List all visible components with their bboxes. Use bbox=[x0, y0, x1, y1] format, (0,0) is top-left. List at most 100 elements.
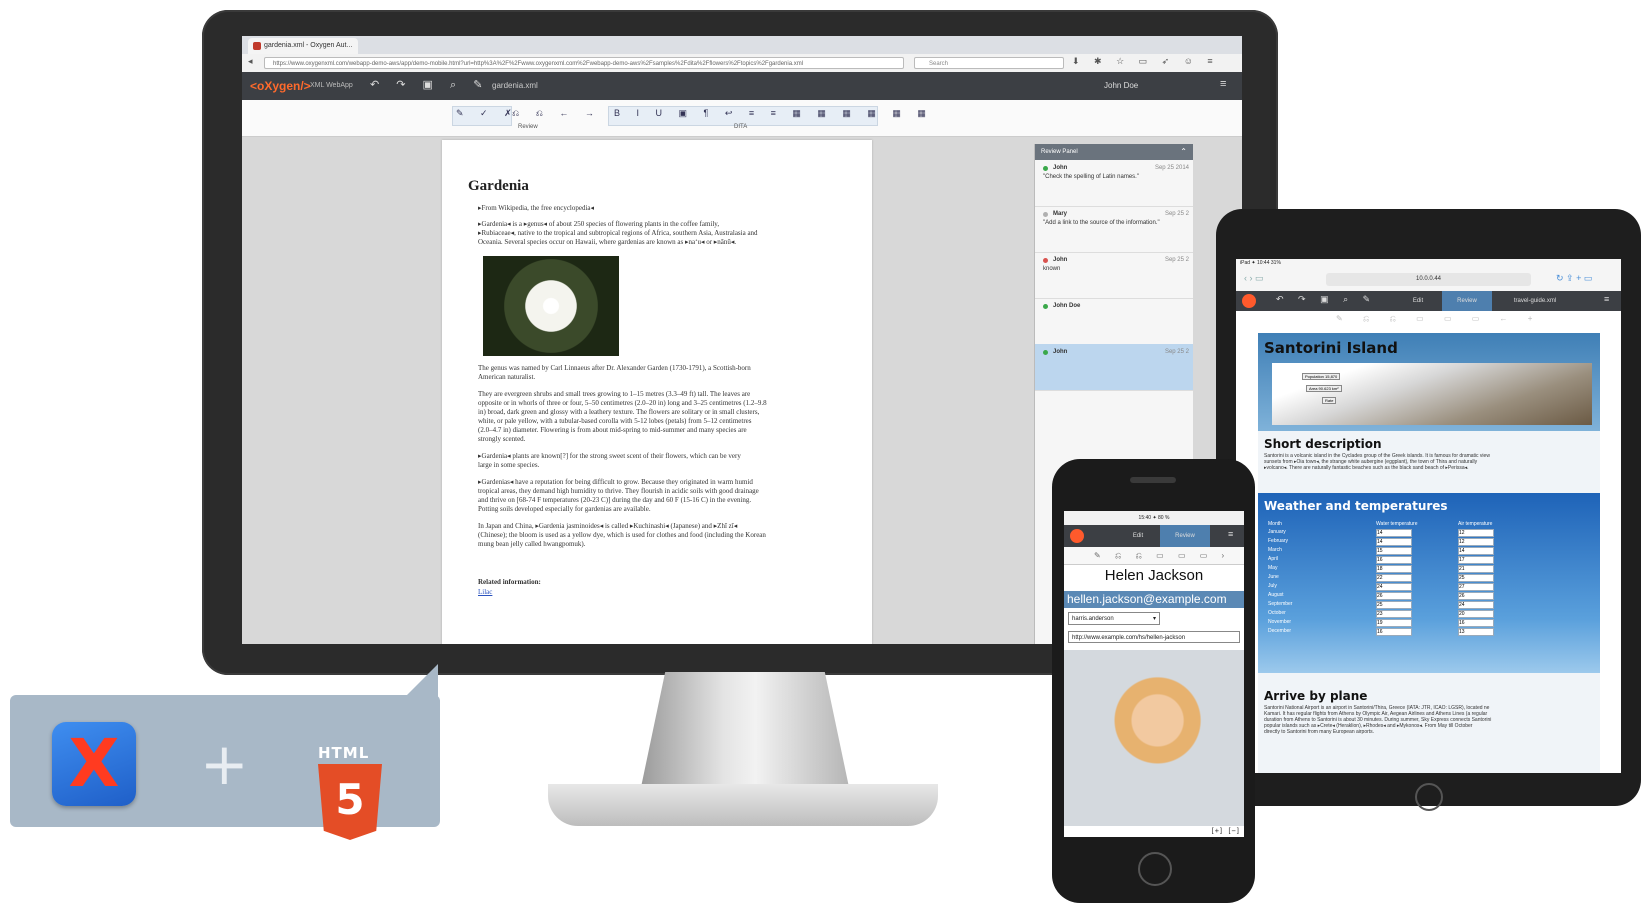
format-tool-icons[interactable]: B I U ▣ ¶ ↩ ≡ ≡ ▦ ▦ ▦ ▦ ▦ ▦ bbox=[614, 108, 933, 119]
santorini-photo: Population 15,870 Area 90.623 km² Rate bbox=[1272, 363, 1592, 425]
doc-line: Potting soils developed especially for g… bbox=[478, 505, 651, 513]
address-input[interactable]: https://www.oxygenxml.com/webapp-demo-aw… bbox=[264, 57, 904, 69]
html5-label: HTML bbox=[318, 744, 370, 762]
short-description-line: ▸volcano◂. There are naturally fantastic… bbox=[1264, 465, 1469, 471]
review-item[interactable]: John Sep 25 2014 "Check the spelling of La… bbox=[1035, 160, 1193, 207]
water-temp-cell[interactable]: 14 bbox=[1376, 529, 1412, 537]
back-forward-icons[interactable]: ‹ › ▭ bbox=[1244, 273, 1264, 284]
air-temp-cell[interactable]: 16 bbox=[1458, 619, 1494, 627]
tablet-home-button[interactable] bbox=[1415, 783, 1443, 811]
air-temp-cell[interactable]: 12 bbox=[1458, 529, 1494, 537]
favicon-icon bbox=[253, 42, 261, 50]
tablet-edit-tools[interactable]: ✎ ⎌ ⎌ ▭ ▭ ▭ ← + bbox=[1336, 314, 1541, 324]
water-temp-cell[interactable]: 18 bbox=[1376, 565, 1412, 573]
monitor-stand bbox=[640, 672, 850, 792]
water-temp-cell[interactable]: 16 bbox=[1376, 628, 1412, 636]
related-link[interactable]: Lilac bbox=[478, 588, 848, 597]
month-label: March bbox=[1268, 547, 1282, 553]
doc-line: Oceania. Several species occur on Hawaii… bbox=[478, 238, 737, 246]
browser-search-input[interactable]: Search bbox=[914, 57, 1064, 69]
air-temp-cell[interactable]: 17 bbox=[1458, 556, 1494, 564]
back-icon[interactable]: ◂ bbox=[248, 56, 253, 67]
tablet-action-icons[interactable]: ↶ ↷ ▣ ⌕ ✎ bbox=[1276, 294, 1376, 305]
month-label: September bbox=[1268, 601, 1293, 607]
review-item[interactable]: Mary Sep 25 2 "Add a link to the source of… bbox=[1035, 206, 1193, 253]
air-temp-cell[interactable]: 26 bbox=[1458, 592, 1494, 600]
homepage-field[interactable]: http://www.example.com/hs/hellen-jackson bbox=[1068, 631, 1240, 643]
phone-edit-tools[interactable]: ✎ ⎌ ⎌ ▭ ▭ ▭ › bbox=[1064, 547, 1244, 565]
water-temp-cell[interactable]: 23 bbox=[1376, 610, 1412, 618]
air-temp-cell[interactable]: 12 bbox=[1458, 538, 1494, 546]
email-field[interactable]: hellen.jackson@example.com bbox=[1064, 591, 1244, 608]
doc-line: In Japan and China, ▸Gardenia jasminoide… bbox=[478, 522, 738, 530]
review-item[interactable]: John Sep 25 2 known bbox=[1035, 252, 1193, 299]
doc-line: (Chinese); the bloom is used as a yellow… bbox=[478, 531, 766, 539]
review-tool-icons[interactable]: ✎ ✓ ✗ bbox=[456, 108, 519, 119]
month-label: February bbox=[1268, 538, 1289, 544]
user-name[interactable]: John Doe bbox=[1104, 81, 1138, 90]
water-temp-cell[interactable]: 14 bbox=[1376, 538, 1412, 546]
travel-guide-content[interactable]: Santorini Island Population 15,870 Area … bbox=[1258, 333, 1600, 773]
oxygen-x-icon: X bbox=[52, 722, 136, 806]
water-temp-cell[interactable]: 24 bbox=[1376, 583, 1412, 591]
browser-tab[interactable]: gardenia.xml - Oxygen Aut... bbox=[248, 38, 358, 54]
menu-icon[interactable]: ≡ bbox=[1220, 78, 1226, 90]
review-date: Sep 25 2 bbox=[1164, 257, 1189, 263]
air-temp-cell[interactable]: 13 bbox=[1458, 628, 1494, 636]
edit-tool-icons[interactable]: ⎌ ⎌ ← → bbox=[512, 108, 601, 119]
review-status-icon bbox=[1043, 258, 1048, 263]
review-comment: known bbox=[1043, 266, 1061, 272]
phone-home-button[interactable] bbox=[1138, 852, 1172, 886]
review-comment: "Add a link to the source of the informa… bbox=[1043, 220, 1160, 226]
tab-edit[interactable]: Edit bbox=[1394, 291, 1442, 311]
tab-edit[interactable]: Edit bbox=[1116, 525, 1160, 547]
air-temp-cell[interactable]: 24 bbox=[1458, 601, 1494, 609]
review-status-icon bbox=[1043, 304, 1048, 309]
water-temp-cell[interactable]: 26 bbox=[1376, 592, 1412, 600]
contact-select[interactable]: harris.anderson ▾ bbox=[1068, 612, 1160, 625]
rate-field[interactable]: Rate bbox=[1322, 397, 1337, 404]
oxygen-app-icon[interactable] bbox=[1242, 294, 1256, 308]
air-temp-cell[interactable]: 25 bbox=[1458, 574, 1494, 582]
app-action-icons[interactable]: ↶ ↷ ▣ ⌕ ✎ bbox=[370, 78, 489, 92]
phone-menu-icon[interactable]: ≡ bbox=[1228, 529, 1233, 539]
phone-speaker bbox=[1130, 477, 1176, 483]
water-temp-cell[interactable]: 19 bbox=[1376, 619, 1412, 627]
collapse-icon[interactable]: ⌃ bbox=[1180, 147, 1187, 156]
air-temp-cell[interactable]: 27 bbox=[1458, 583, 1494, 591]
review-date: Sep 25 2 bbox=[1164, 211, 1189, 217]
document-page[interactable]: Gardenia ▸From Wikipedia, the free encyc… bbox=[442, 140, 872, 644]
population-field[interactable]: Population 15,870 bbox=[1302, 373, 1341, 380]
weather-section: Weather and temperatures Month Water tem… bbox=[1258, 493, 1600, 673]
weather-heading: Weather and temperatures bbox=[1264, 499, 1448, 513]
water-temp-cell[interactable]: 15 bbox=[1376, 547, 1412, 555]
area-field[interactable]: Area 90.623 km² bbox=[1306, 385, 1342, 392]
tablet-menu-icon[interactable]: ≡ bbox=[1604, 294, 1609, 304]
tablet-address-input[interactable]: 10.0.0.44 bbox=[1326, 273, 1531, 286]
tab-file[interactable]: travel-guide.xml bbox=[1492, 291, 1578, 311]
browser-toolbar-icons[interactable]: ⬇ ✱ ☆ ▭ ➶ ☺ ≡ bbox=[1072, 56, 1219, 67]
hero-section: Santorini Island Population 15,870 Area … bbox=[1258, 333, 1600, 431]
doc-line: The genus was named by Carl Linnaeus aft… bbox=[478, 364, 751, 372]
air-temp-cell[interactable]: 14 bbox=[1458, 547, 1494, 555]
related-info-heading: Related information: bbox=[478, 578, 541, 586]
review-author: Mary bbox=[1053, 211, 1068, 217]
editor-toolbar: ✎ ✓ ✗ Review ⎌ ⎌ ← → B I U ▣ ¶ ↩ ≡ ≡ ▦ ▦… bbox=[242, 100, 1242, 137]
tab-review[interactable]: Review bbox=[1160, 525, 1210, 547]
share-icons[interactable]: ↻ ⇪ + ▭ bbox=[1556, 273, 1592, 284]
review-author: John bbox=[1053, 165, 1068, 171]
air-temp-cell[interactable]: 21 bbox=[1458, 565, 1494, 573]
water-temp-cell[interactable]: 16 bbox=[1376, 556, 1412, 564]
doc-line: (2.0–4.7 in) diameter. Flowering is from… bbox=[478, 426, 747, 434]
month-label: December bbox=[1268, 628, 1292, 634]
oxygen-app-icon[interactable] bbox=[1070, 529, 1084, 543]
review-panel-header[interactable]: Review Panel bbox=[1035, 144, 1193, 160]
zoom-controls[interactable]: [+] [−] bbox=[1210, 827, 1240, 835]
review-item[interactable]: John Doe bbox=[1035, 298, 1193, 345]
review-item[interactable]: John Sep 25 2 bbox=[1035, 344, 1193, 391]
review-author: John Doe bbox=[1053, 303, 1081, 309]
air-temp-cell[interactable]: 20 bbox=[1458, 610, 1494, 618]
water-temp-cell[interactable]: 22 bbox=[1376, 574, 1412, 582]
water-temp-cell[interactable]: 25 bbox=[1376, 601, 1412, 609]
tab-review[interactable]: Review bbox=[1442, 291, 1492, 311]
